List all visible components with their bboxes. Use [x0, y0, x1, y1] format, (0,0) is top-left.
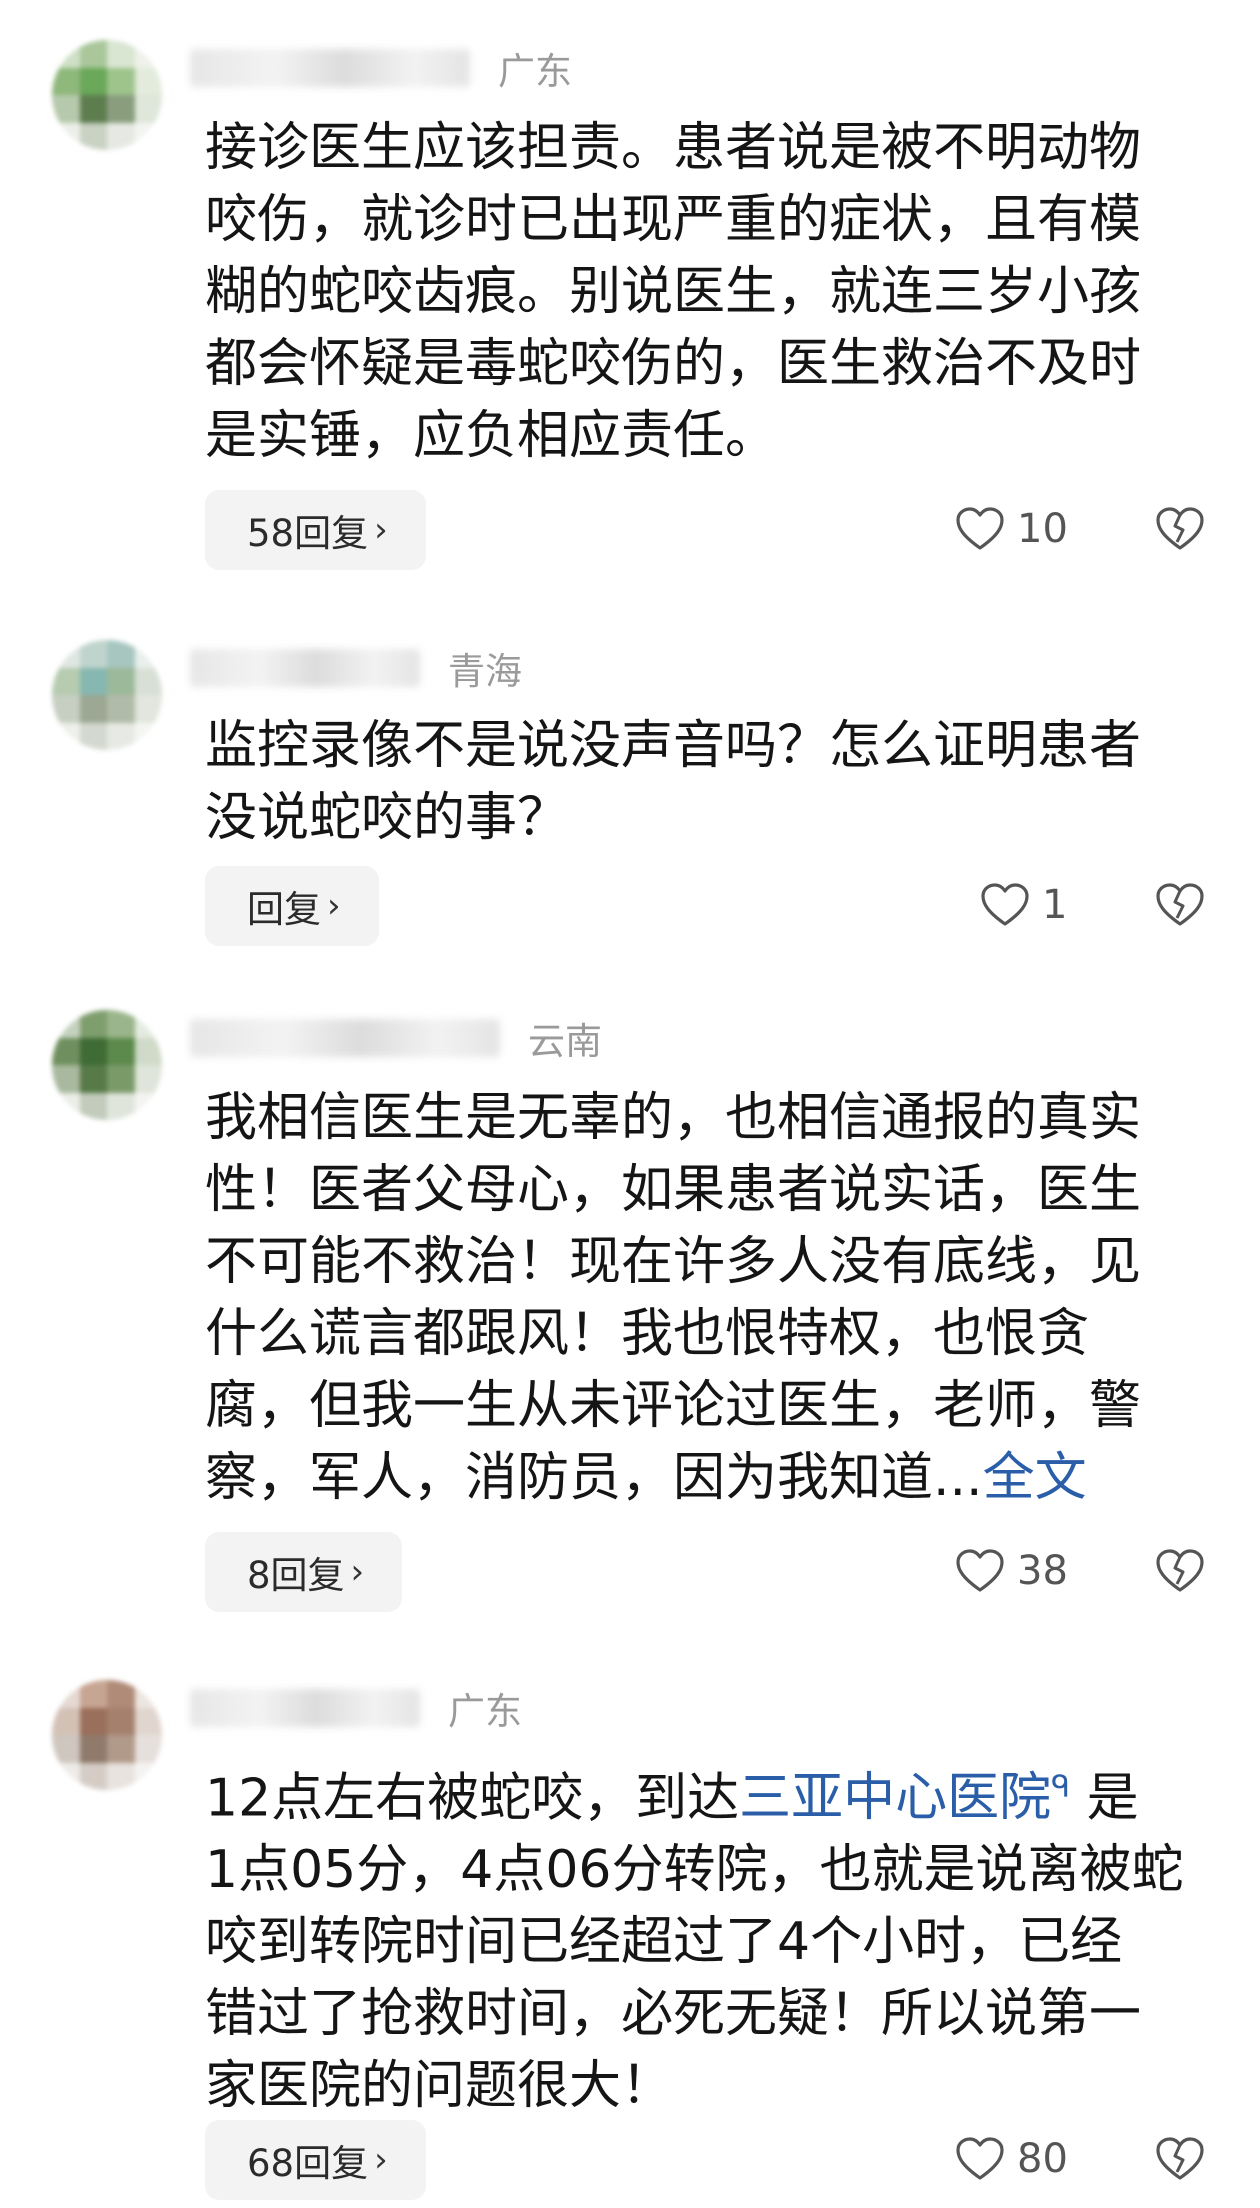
chevron-right-icon: ›	[350, 1552, 365, 1592]
like-button[interactable]: 80	[955, 2136, 1068, 2182]
replies-button[interactable]: 68回复 ›	[205, 2120, 426, 2200]
heart-outline-icon	[981, 883, 1029, 926]
location-label: 青海	[448, 650, 522, 693]
like-button[interactable]: 38	[955, 1548, 1068, 1594]
hospital-link-label: 三亚中心医院	[739, 1768, 1052, 1829]
replies-button[interactable]: 回复 ›	[205, 866, 379, 946]
like-button[interactable]: 10	[955, 506, 1068, 552]
chevron-right-icon: ›	[374, 2140, 388, 2180]
like-count: 38	[1017, 1548, 1068, 1594]
comment-text-body: 我相信医生是无辜的，也相信通报的真实 性！医者父母心，如果患者说实话，医生 不可…	[205, 1088, 1142, 1508]
dislike-button[interactable]	[1155, 506, 1205, 556]
avatar[interactable]	[52, 1680, 162, 1790]
location-label: 广东	[498, 50, 572, 93]
username-blurred[interactable]	[190, 1019, 500, 1057]
dislike-button[interactable]	[1155, 2136, 1205, 2186]
replies-button[interactable]: 8回复 ›	[205, 1532, 403, 1612]
comment-text[interactable]: 12点左右被蛇咬，到达三亚中心医院ᑫ 是 1点05分，4点06分转院，也就是说离…	[205, 1752, 1245, 2122]
comment-header: 云南	[190, 1010, 602, 1066]
replies-label: 68回复	[247, 2142, 369, 2185]
hospital-link[interactable]: 三亚中心医院ᑫ	[739, 1768, 1070, 1828]
replies-label: 8回复	[247, 1554, 345, 1597]
username-blurred[interactable]	[190, 49, 470, 87]
location-label: 广东	[448, 1690, 522, 1733]
heart-outline-icon	[956, 2137, 1004, 2180]
heart-outline-icon	[956, 1549, 1004, 1592]
comment-list: 广东 接诊医生应该担责。患者说是被不明动物 咬伤，就诊时已出现严重的症状，且有模…	[0, 0, 1260, 2208]
comment-text[interactable]: 我相信医生是无辜的，也相信通报的真实 性！医者父母心，如果患者说实话，医生 不可…	[205, 1082, 1215, 1514]
broken-heart-icon	[1156, 883, 1204, 926]
avatar[interactable]	[52, 1010, 162, 1120]
comment-header: 广东	[190, 40, 572, 96]
username-blurred[interactable]	[190, 649, 420, 687]
username-blurred[interactable]	[190, 1689, 420, 1727]
replies-label: 58回复	[247, 512, 369, 555]
comment-header: 青海	[190, 640, 522, 696]
chevron-right-icon: ›	[327, 886, 341, 926]
broken-heart-icon	[1156, 1549, 1204, 1592]
location-label: 云南	[528, 1020, 602, 1063]
replies-label: 回复	[247, 888, 321, 931]
like-count: 80	[1017, 2136, 1068, 2182]
comment-text[interactable]: 接诊医生应该担责。患者说是被不明动物 咬伤，就诊时已出现严重的症状，且有模 糊的…	[205, 112, 1215, 472]
magnifier-icon: ᑫ	[1051, 1770, 1071, 1805]
expand-full-text-link[interactable]: 全文	[983, 1448, 1087, 1508]
broken-heart-icon	[1156, 2137, 1204, 2180]
like-button[interactable]: 1	[980, 882, 1067, 928]
broken-heart-icon	[1156, 507, 1204, 550]
comment-header: 广东	[190, 1680, 522, 1736]
chevron-right-icon: ›	[374, 510, 388, 550]
avatar[interactable]	[52, 640, 162, 750]
dislike-button[interactable]	[1155, 882, 1205, 932]
avatar[interactable]	[52, 40, 162, 150]
comment-text[interactable]: 监控录像不是说没声音吗？怎么证明患者 没说蛇咬的事？	[205, 710, 1215, 854]
heart-outline-icon	[956, 507, 1004, 550]
like-count: 10	[1017, 506, 1068, 552]
comment-text-before: 12点左右被蛇咬，到达	[205, 1768, 740, 1829]
replies-button[interactable]: 58回复 ›	[205, 490, 426, 570]
like-count: 1	[1042, 882, 1068, 928]
dislike-button[interactable]	[1155, 1548, 1205, 1598]
